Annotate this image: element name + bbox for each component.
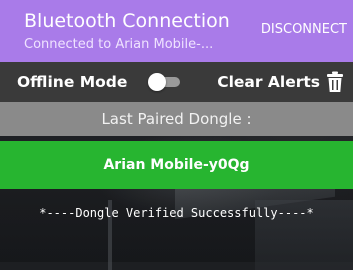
app-header: Bluetooth Connection Connected to Arian … <box>0 0 353 62</box>
offline-mode-label: Offline Mode <box>17 73 128 91</box>
dongle-name: Arian Mobile-y0Qg <box>103 157 250 173</box>
toggle-knob <box>148 73 166 91</box>
page-title: Bluetooth Connection <box>24 10 230 32</box>
disconnect-button[interactable]: DISCONNECT <box>261 22 347 38</box>
connection-subtitle: Connected to Arian Mobile-... <box>24 37 214 52</box>
last-paired-bar: Last Paired Dongle : <box>0 102 353 136</box>
clear-alerts-button[interactable]: Clear Alerts <box>217 73 320 92</box>
controls-bar: Offline Mode Clear Alerts <box>0 62 353 102</box>
trash-icon[interactable] <box>326 71 344 93</box>
last-paired-label: Last Paired Dongle : <box>101 110 252 128</box>
paired-dongle-item[interactable]: Arian Mobile-y0Qg <box>0 141 353 189</box>
offline-mode-toggle[interactable] <box>148 73 180 91</box>
status-message: *----Dongle Verified Successfully----* <box>39 206 314 220</box>
trash-icon-svg <box>327 71 343 92</box>
